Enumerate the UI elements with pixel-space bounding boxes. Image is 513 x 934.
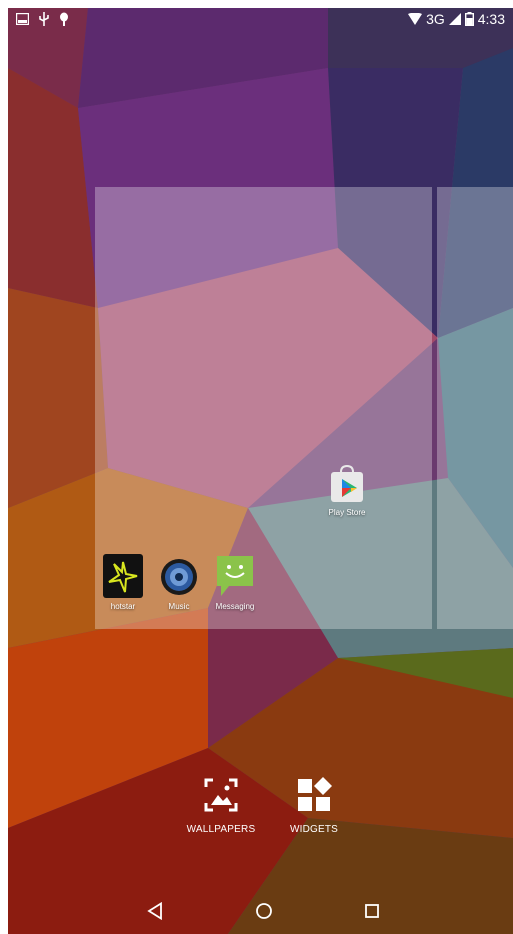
app-hotstar[interactable]: hotstar [91, 554, 155, 611]
home-page-next[interactable] [437, 187, 513, 629]
image-icon [16, 13, 29, 25]
app-music[interactable]: Music [147, 556, 211, 611]
app-label-hotstar: hotstar [110, 602, 136, 611]
battery-icon [464, 12, 474, 26]
network-type: 3G [426, 11, 445, 27]
status-time: 4:33 [477, 11, 505, 27]
recents-button[interactable] [357, 896, 387, 926]
home-button[interactable] [249, 896, 279, 926]
debug-icon [60, 12, 68, 26]
status-bar: 3G 4:33 [8, 8, 513, 34]
back-button[interactable] [140, 896, 170, 926]
recents-icon [365, 904, 379, 918]
messaging-icon [217, 556, 253, 596]
hotstar-icon [103, 554, 143, 598]
app-messaging[interactable]: Messaging [203, 554, 267, 611]
usb-icon [39, 12, 49, 26]
app-label-messaging: Messaging [215, 602, 255, 611]
app-label-music: Music [168, 602, 190, 611]
wifi-icon [408, 13, 423, 25]
widgets-label: WIDGETS [289, 824, 339, 835]
status-right-icons: 3G 4:33 [408, 11, 505, 27]
widgets-icon [298, 777, 332, 811]
play-store-icon [331, 464, 363, 502]
signal-icon [448, 13, 461, 25]
navigation-bar [8, 884, 513, 934]
wallpapers-icon [204, 778, 238, 812]
home-screen-overview: 3G 4:33 Play Store hotstar Music Messagi… [8, 8, 513, 934]
wallpapers-label: WALLPAPERS [186, 824, 256, 835]
status-left-icons [16, 12, 69, 26]
home-icon [256, 903, 272, 919]
app-play-store[interactable]: Play Store [315, 464, 379, 517]
wallpapers-button[interactable]: WALLPAPERS [186, 777, 256, 835]
widgets-button[interactable]: WIDGETS [284, 777, 344, 835]
back-icon [147, 902, 162, 920]
music-icon [161, 559, 197, 595]
app-label-play-store: Play Store [328, 508, 366, 517]
